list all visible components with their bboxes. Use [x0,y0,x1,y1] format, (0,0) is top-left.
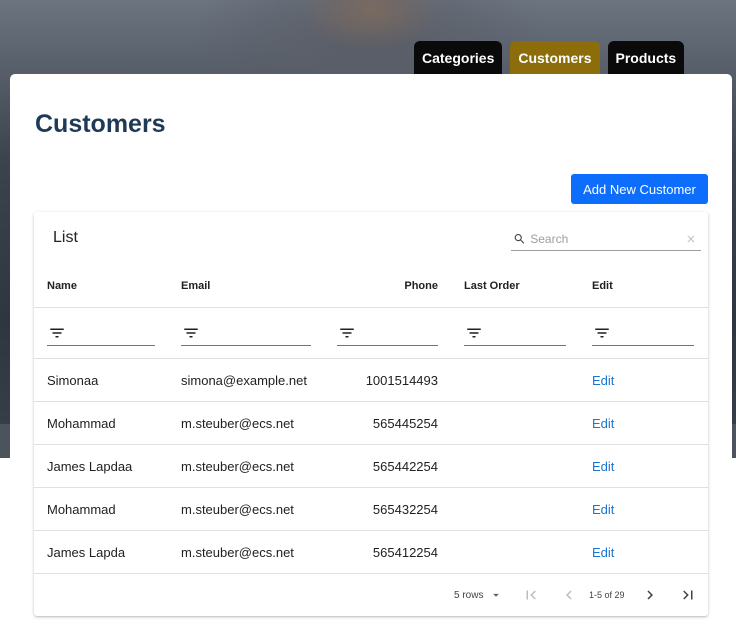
page-title: Customers [35,110,166,138]
filter-name[interactable] [47,320,155,346]
cell-phone: 1001514493 [365,373,438,388]
pagination-range: 1-5 of 29 [589,590,625,600]
customer-table-card: List Name Email Phone Last Order Edit Si… [34,212,708,616]
cell-phone: 565432254 [372,502,438,517]
filter-edit[interactable] [592,320,694,346]
pagination: 5 rows 1-5 of 29 [34,586,708,606]
cell-email: m.steuber@ecs.net [181,502,294,517]
filter-email[interactable] [181,320,311,346]
column-header-edit: Edit [592,280,613,292]
filter-last-order[interactable] [464,320,566,346]
cell-phone: 565412254 [372,545,438,560]
tab-customers[interactable]: Customers [510,41,600,75]
divider [34,307,708,308]
filter-phone[interactable] [337,320,438,346]
filter-icon [595,328,609,337]
arrow-drop-down-icon [493,593,500,597]
divider [34,358,708,359]
column-header-email[interactable]: Email [181,280,210,292]
chevron-right-icon[interactable] [641,586,659,604]
filter-icon [467,328,481,337]
cell-name: Simonaa [47,373,99,388]
cell-name: Mohammad [47,502,116,517]
row-divider [34,487,708,488]
row-divider [34,401,708,402]
edit-link[interactable]: Edit [592,416,614,431]
cell-name: Mohammad [47,416,116,431]
search-icon [514,233,525,244]
row-divider [34,444,708,445]
filter-icon [184,328,198,337]
rows-per-page-select[interactable]: 5 rows [454,588,503,602]
nav-tabs: Categories Customers Products [414,41,685,75]
filter-icon [50,328,64,337]
column-header-phone[interactable]: Phone [404,280,438,292]
first-page-icon[interactable] [522,586,540,604]
last-page-icon[interactable] [679,586,697,604]
chevron-left-icon[interactable] [560,586,578,604]
edit-link[interactable]: Edit [592,459,614,474]
cell-email: m.steuber@ecs.net [181,416,294,431]
cell-email: m.steuber@ecs.net [181,459,294,474]
cell-email: m.steuber@ecs.net [181,545,294,560]
column-header-name[interactable]: Name [47,280,77,292]
row-divider [34,530,708,531]
column-header-last-order[interactable]: Last Order [464,280,520,292]
add-new-customer-button[interactable]: Add New Customer [571,174,708,204]
edit-link[interactable]: Edit [592,373,614,388]
search-input[interactable] [530,231,686,246]
table-title: List [53,229,78,246]
cell-name: James Lapdaa [47,459,133,474]
cell-phone: 565442254 [372,459,438,474]
edit-link[interactable]: Edit [592,502,614,517]
cell-phone: 565445254 [372,416,438,431]
search-field[interactable] [511,227,701,251]
cell-email: simona@example.net [181,373,307,388]
cell-name: James Lapda [47,545,126,560]
tab-categories[interactable]: Categories [414,41,503,75]
row-divider [34,573,708,574]
tab-products[interactable]: Products [607,41,685,75]
edit-link[interactable]: Edit [592,545,614,560]
filter-icon [340,328,354,337]
close-icon[interactable] [685,231,697,247]
rows-per-page-label: 5 rows [454,589,484,601]
